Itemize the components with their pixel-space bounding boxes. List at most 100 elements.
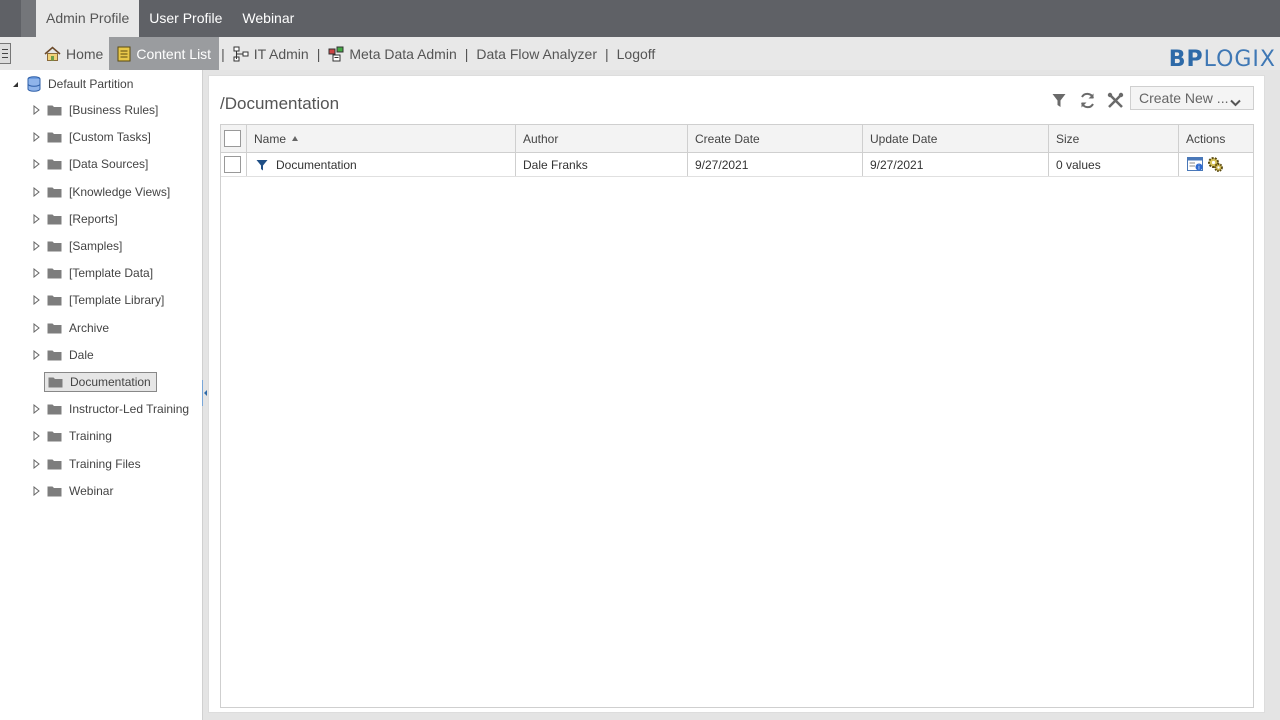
tree-item-label: [Custom Tasks]: [69, 130, 151, 145]
logo-logix: LOGIX: [1203, 47, 1276, 72]
nav-home[interactable]: Home: [38, 37, 109, 70]
tree-item[interactable]: Archive: [33, 319, 109, 337]
col-header-name[interactable]: Name: [246, 125, 516, 152]
tree-item-content[interactable]: [Template Data]: [47, 266, 153, 280]
expand-icon[interactable]: [33, 186, 47, 197]
properties-icon[interactable]: i: [1187, 157, 1204, 172]
tree-item-content[interactable]: [Data Sources]: [47, 157, 148, 171]
select-all-checkbox[interactable]: [224, 130, 241, 147]
expand-icon[interactable]: [33, 404, 47, 415]
row-checkbox[interactable]: [224, 156, 241, 173]
tree-item-content[interactable]: Training: [47, 429, 112, 443]
create-new-label: Create New ...: [1139, 90, 1229, 106]
tree-item[interactable]: [Samples]: [33, 237, 122, 255]
col-header-size[interactable]: Size: [1048, 125, 1179, 152]
tree-item-label: Training: [69, 429, 112, 444]
tree-item-label: Training Files: [69, 456, 141, 471]
profile-tab-user[interactable]: User Profile: [139, 0, 232, 37]
expand-icon[interactable]: [33, 159, 47, 170]
filter-icon[interactable]: [1049, 90, 1069, 110]
col-actions-label: Actions: [1186, 131, 1226, 146]
tree-item[interactable]: Dale: [33, 346, 94, 364]
expand-icon[interactable]: [33, 485, 47, 496]
expand-icon[interactable]: [33, 132, 47, 143]
filter-icon: [256, 159, 268, 171]
expand-icon[interactable]: [33, 349, 47, 360]
refresh-icon[interactable]: [1077, 90, 1097, 110]
nav-meta-data-admin[interactable]: Meta Data Admin: [322, 37, 462, 70]
expand-icon[interactable]: [33, 458, 47, 469]
expand-icon[interactable]: [33, 213, 47, 224]
cell-size: 0 values: [1048, 153, 1179, 176]
nav-data-flow-analyzer[interactable]: Data Flow Analyzer: [470, 37, 603, 70]
nav-logoff[interactable]: Logoff: [611, 37, 662, 70]
tree-item-label: Instructor-Led Training: [69, 402, 190, 417]
tree-item[interactable]: Training Files: [33, 455, 141, 473]
tree-item-content[interactable]: Dale: [47, 348, 94, 362]
cell-name[interactable]: Documentation: [246, 153, 516, 176]
profile-tab-admin[interactable]: Admin Profile: [36, 0, 140, 37]
tree-item[interactable]: Training: [33, 427, 112, 445]
tree-item[interactable]: [Reports]: [33, 210, 118, 228]
tree-item-content[interactable]: [Template Library]: [47, 293, 164, 307]
tree-item-content[interactable]: Archive: [47, 321, 109, 335]
folder-icon: [47, 485, 62, 497]
nav-content-list[interactable]: Content List: [109, 37, 220, 70]
nav-it-admin[interactable]: IT Admin: [227, 37, 315, 70]
tree-item[interactable]: [Data Sources]: [33, 155, 148, 173]
tree-item[interactable]: Instructor-Led Training: [33, 400, 189, 418]
tree-item-content[interactable]: [Reports]: [47, 212, 118, 226]
tree-item[interactable]: [Template Library]: [33, 291, 164, 309]
menu-icon[interactable]: [0, 43, 11, 64]
settings-gear-icon[interactable]: [1207, 156, 1224, 173]
profile-tab-webinar[interactable]: Webinar: [232, 0, 304, 37]
expand-icon[interactable]: [33, 431, 47, 442]
expand-icon[interactable]: [33, 295, 47, 306]
tree-item-content[interactable]: [Samples]: [47, 239, 122, 253]
col-header-update-date[interactable]: Update Date: [862, 125, 1048, 152]
col-header-create-date[interactable]: Create Date: [687, 125, 862, 152]
folder-icon: [47, 349, 62, 361]
expand-icon[interactable]: [33, 268, 47, 279]
nav-separator: |: [464, 45, 469, 62]
tree-item-label: [Template Data]: [69, 266, 154, 281]
cell-actions: i: [1178, 153, 1253, 176]
nav-home-label: Home: [66, 45, 104, 62]
tree-item[interactable]: [Template Data]: [33, 264, 153, 282]
tree-item[interactable]: [Custom Tasks]: [33, 128, 151, 146]
tree-item-content[interactable]: [Knowledge Views]: [47, 185, 170, 199]
tree-item-content[interactable]: Documentation: [44, 372, 157, 392]
col-name-label: Name: [254, 131, 287, 146]
tree-item-content[interactable]: Instructor-Led Training: [47, 402, 189, 416]
tree-root[interactable]: Default Partition: [12, 76, 133, 92]
tree-item-content[interactable]: [Business Rules]: [47, 103, 158, 117]
col-header-author[interactable]: Author: [515, 125, 687, 152]
folder-tree: Default Partition [Business Rules] [Custo…: [0, 70, 207, 720]
tree-item-content[interactable]: Webinar: [47, 484, 113, 498]
folder-icon: [47, 458, 62, 470]
expand-icon[interactable]: [33, 322, 47, 333]
folder-icon: [47, 158, 62, 170]
cell-create-date: 9/27/2021: [687, 153, 862, 176]
tree-item-content[interactable]: Training Files: [47, 457, 141, 471]
tree-item[interactable]: [Business Rules]: [33, 101, 158, 119]
row-name[interactable]: Documentation: [276, 158, 357, 172]
tree-item-content[interactable]: [Custom Tasks]: [47, 130, 151, 144]
collapse-icon[interactable]: [12, 81, 19, 88]
expand-icon[interactable]: [33, 105, 47, 115]
tree-item-label: [Knowledge Views]: [69, 184, 171, 199]
tree-item[interactable]: Webinar: [33, 482, 113, 500]
expand-icon[interactable]: [33, 241, 47, 251]
content-toolbar: [1049, 90, 1133, 110]
nav-data-flow-analyzer-label: Data Flow Analyzer: [476, 45, 597, 62]
cell-update-date: 9/27/2021: [862, 153, 1048, 176]
create-new-dropdown[interactable]: Create New ...: [1130, 86, 1254, 110]
meta-data-icon: [328, 46, 344, 62]
tree-item[interactable]: [Knowledge Views]: [33, 183, 170, 201]
tree-item[interactable]: Documentation: [44, 372, 157, 392]
tools-icon[interactable]: [1105, 90, 1125, 110]
col-author-label: Author: [523, 131, 559, 146]
tree-item-label: Webinar: [69, 483, 114, 498]
table-row[interactable]: Documentation Dale Franks 9/27/2021 9/27…: [221, 153, 1253, 177]
folder-icon: [47, 104, 62, 116]
